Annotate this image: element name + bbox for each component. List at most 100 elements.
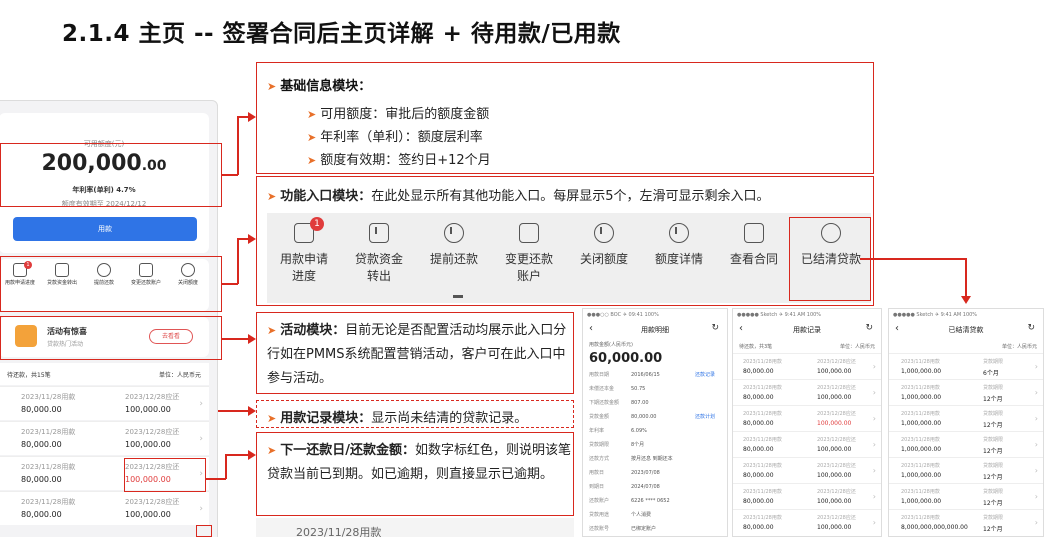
arrow-right-icon xyxy=(248,449,256,460)
records-header: 待还款，共15笔 单位：人民币元 xyxy=(0,363,209,385)
detail-amount: 60,000.00 xyxy=(589,351,663,366)
mini-record-row[interactable]: 2023/11/28用款 80,000.00 2023/12/28应还 100,000… xyxy=(733,353,881,381)
settled-row[interactable]: 2023/11/28用款 8,000,000,000,000.00 贷款期限 12个月… xyxy=(889,509,1043,536)
transfer-icon xyxy=(369,223,389,243)
refresh-icon[interactable]: ↻ xyxy=(865,323,873,333)
chevron-right-icon: › xyxy=(872,414,876,423)
term-value: 6个月 xyxy=(983,370,999,377)
screen-title: 用款明细 xyxy=(641,326,669,334)
detail-value: 50.75 xyxy=(631,386,646,392)
refresh-icon[interactable]: ↻ xyxy=(1027,323,1035,333)
term-value: 12个月 xyxy=(983,448,1003,455)
func-credit-detail[interactable]: 额度详情 xyxy=(644,223,714,268)
borrow-amount: 80,000.00 xyxy=(21,510,62,519)
basic-info-panel: ➤ 基础信息模块： ➤ 可用额度：审批后的额度金额 ➤ 年利率（单利）：额度层利率 ➤… xyxy=(256,62,874,174)
due-amount: 100,000.00 xyxy=(817,368,852,375)
due-amount: 100,000.00 xyxy=(817,498,852,505)
function-entry-text: 在此处显示所有其他功能入口。每屏显示5个，左滑可显示剩余入口。 xyxy=(371,189,770,204)
term-label: 贷款期限 xyxy=(983,437,1004,443)
arrow-right-icon xyxy=(248,233,256,244)
chevron-right-icon: › xyxy=(1034,466,1038,475)
borrow-amount: 80,000.00 xyxy=(21,475,62,484)
detail-row: 贷款期限 8个月 xyxy=(589,441,715,448)
arrow-right-icon xyxy=(248,405,256,416)
borrow-amount: 80,000.00 xyxy=(743,524,774,531)
row-chevron-highlight xyxy=(196,525,212,537)
chevron-right-icon: › xyxy=(199,434,203,444)
mini-record-row[interactable]: 2023/11/28用款 80,000.00 2023/12/28应还 100,000… xyxy=(733,405,881,433)
basic-item-text: 年利率（单利）：额度层利率 xyxy=(320,130,483,145)
settled-row[interactable]: 2023/11/28用款 1,000,000.00 贷款期限 12个月 › xyxy=(889,405,1043,433)
mini-record-row[interactable]: 2023/11/28用款 80,000.00 2023/12/28应还 100,000… xyxy=(733,483,881,511)
basic-item-text: 额度有效期：签约日+12个月 xyxy=(320,153,491,168)
repayment-plan-link[interactable]: 还款计划 xyxy=(695,413,715,420)
detail-value: 807.00 xyxy=(631,400,649,406)
borrow-date: 2023/11/28用款 xyxy=(901,437,940,443)
detail-key: 贷款金额 xyxy=(589,414,610,420)
borrow-amount: 80,000.00 xyxy=(743,368,774,375)
settled-row[interactable]: 2023/11/28用款 1,000,000.00 贷款期限 12个月 › xyxy=(889,379,1043,407)
func-transfer[interactable]: 贷款资金 转出 xyxy=(344,223,414,286)
records-count: 待还款，共3笔 xyxy=(739,344,773,350)
detail-key: 到期日 xyxy=(589,484,605,490)
basic-item-validity: ➤ 额度有效期：签约日+12个月 xyxy=(307,149,491,168)
detail-value: 8个月 xyxy=(631,442,645,448)
borrow-date: 2023/11/28用款 xyxy=(21,393,76,401)
term-label: 贷款期限 xyxy=(983,489,1004,495)
status-bar: ●●●●● Sketch ✈ 9:41 AM 100% xyxy=(893,312,978,318)
detail-key: 贷款用途 xyxy=(589,512,610,518)
card-icon xyxy=(519,223,539,243)
settled-loans-screen: ●●●●● Sketch ✈ 9:41 AM 100% ‹ 已结清贷款 ↻ 单位… xyxy=(888,308,1044,537)
bullet-triangle-icon: ➤ xyxy=(267,444,277,457)
detail-row: 还款账号 已绑定账户 xyxy=(589,525,715,532)
borrow-button[interactable]: 用款 xyxy=(13,217,197,241)
bullet-triangle-icon: ➤ xyxy=(267,412,277,425)
due-date: 2023/12/28应还 xyxy=(125,428,180,436)
settled-row[interactable]: 2023/11/28用款 1,000,000.00 贷款期限 12个月 › xyxy=(889,483,1043,511)
func-label: 贷款资金 xyxy=(354,252,403,266)
mini-record-row[interactable]: 2023/11/28用款 80,000.00 2023/12/28应还 100,000… xyxy=(733,379,881,407)
mini-record-row[interactable]: 2023/11/28用款 80,000.00 2023/12/28应还 100,000… xyxy=(733,509,881,536)
func-label: 用款申请 xyxy=(279,252,328,266)
next-payment-panel: ➤ 下一还款日/还款金额：如数字标红色，则说明该笔贷款当前已到期。如已逾期，则直接… xyxy=(256,432,574,516)
chevron-right-icon: › xyxy=(872,362,876,371)
record-row[interactable]: 2023/11/28用款 80,000.00 2023/12/28应还 100,… xyxy=(0,491,209,525)
due-amount: 100,000.00 xyxy=(125,405,171,414)
settled-row[interactable]: 2023/11/28用款 1,000,000.00 贷款期限 6个月 › xyxy=(889,353,1043,381)
basic-info-highlight xyxy=(0,143,222,207)
refresh-icon[interactable]: ↻ xyxy=(711,323,719,333)
detail-value: 2024/07/08 xyxy=(631,484,660,490)
detail-value: 个人消费 xyxy=(631,512,652,518)
func-prepay[interactable]: 提前还款 xyxy=(419,223,489,268)
due-date: 2023/12/28应还 xyxy=(817,359,856,365)
func-change-account[interactable]: 变更还款 账户 xyxy=(494,223,564,286)
record-row[interactable]: 2023/11/28用款 80,000.00 2023/12/28应还 100,… xyxy=(0,421,209,455)
mini-record-row[interactable]: 2023/11/28用款 80,000.00 2023/12/28应还 100,000… xyxy=(733,457,881,485)
func-view-contract[interactable]: 查看合同 xyxy=(719,223,789,268)
settled-row[interactable]: 2023/11/28用款 1,000,000.00 贷款期限 12个月 › xyxy=(889,431,1043,459)
arrow-right-icon xyxy=(248,111,256,122)
settled-row[interactable]: 2023/11/28用款 1,000,000.00 贷款期限 12个月 › xyxy=(889,457,1043,485)
borrow-amount: 1,000,000.00 xyxy=(901,498,942,505)
mini-record-row[interactable]: 2023/11/28用款 80,000.00 2023/12/28应还 100,000… xyxy=(733,431,881,459)
connector-line xyxy=(222,174,238,176)
amount-label: 用款金额(人民币元) xyxy=(589,342,633,348)
borrow-date: 2023/11/28用款 xyxy=(743,411,782,417)
func-apply-progress[interactable]: 1 用款申请 进度 xyxy=(269,217,339,286)
detail-value: 6226 **** 0652 xyxy=(631,498,670,504)
borrow-amount: 80,000.00 xyxy=(21,440,62,449)
due-amount: 100,000.00 xyxy=(817,472,852,479)
borrow-date: 2023/11/28用款 xyxy=(901,515,940,521)
chevron-right-icon: › xyxy=(1034,518,1038,527)
connector-line xyxy=(225,454,248,456)
chevron-right-icon: › xyxy=(199,504,203,514)
borrow-amount: 1,000,000.00 xyxy=(901,368,942,375)
borrow-date: 2023/11/28用款 xyxy=(901,489,940,495)
repayment-record-link[interactable]: 还款记录 xyxy=(695,371,715,378)
connector-line xyxy=(860,258,966,260)
func-close-credit[interactable]: 关闭额度 xyxy=(569,223,639,268)
record-row[interactable]: 2023/11/28用款 80,000.00 2023/12/28应还 100,… xyxy=(0,386,209,420)
connector-line xyxy=(222,338,248,340)
func-label: 查看合同 xyxy=(729,252,778,266)
bullet-triangle-icon: ➤ xyxy=(307,131,317,144)
